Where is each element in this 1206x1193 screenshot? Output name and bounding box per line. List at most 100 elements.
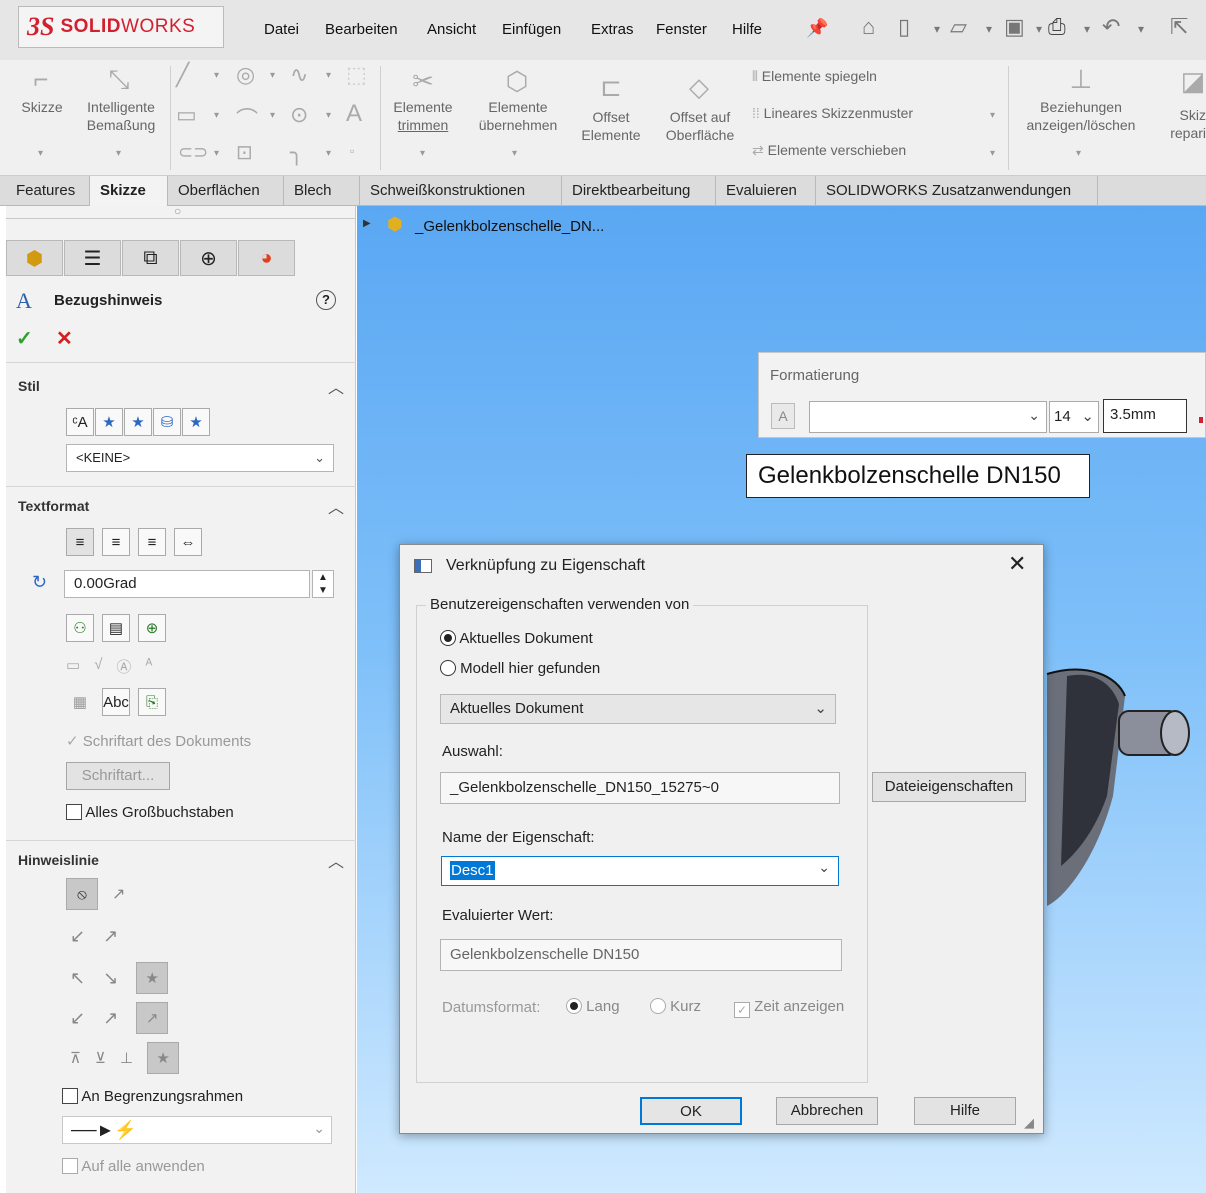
- menu-extras[interactable]: Extras: [591, 21, 634, 38]
- delete-style-icon[interactable]: ★: [124, 408, 152, 436]
- no-leader-icon[interactable]: ⦸: [66, 878, 98, 910]
- hinweislinie-collapse-chevron-icon[interactable]: ︿: [328, 848, 344, 872]
- tab-direktbearbeitung[interactable]: Direktbearbeitung: [562, 176, 716, 206]
- leader-right-icon[interactable]: ↘: [103, 968, 118, 989]
- slot-icon[interactable]: ⊂⊃: [178, 142, 208, 163]
- tab-skizze[interactable]: Skizze: [90, 176, 168, 206]
- panel-collapse-handle[interactable]: ○: [174, 204, 181, 218]
- add-style-icon[interactable]: ★: [95, 408, 123, 436]
- text-height-input[interactable]: 3.5mm: [1103, 399, 1187, 433]
- move-dropdown-arrow[interactable]: ▾: [990, 148, 995, 159]
- home-icon[interactable]: ⌂: [862, 14, 875, 40]
- attach-nearest-icon[interactable]: ★: [147, 1042, 180, 1074]
- rectangle-icon[interactable]: ▭: [176, 102, 197, 128]
- tab-evaluieren[interactable]: Evaluieren: [716, 176, 816, 206]
- spline-icon[interactable]: ∿: [290, 62, 308, 88]
- construction-icon[interactable]: ▫: [350, 144, 354, 158]
- circle-icon[interactable]: ◎: [236, 62, 255, 88]
- arc-icon[interactable]: ⌒: [236, 102, 258, 134]
- add-symbol-icon[interactable]: ▤: [102, 614, 130, 642]
- open-dropdown-arrow[interactable]: ▾: [986, 22, 992, 36]
- property-name-combobox[interactable]: Desc1 ⌄: [441, 856, 839, 886]
- align-center-icon[interactable]: ≡: [102, 528, 130, 556]
- font-size-select[interactable]: 14 ⌄: [1049, 401, 1099, 433]
- source-select[interactable]: Aktuelles Dokument ⌄: [440, 694, 836, 724]
- leader-attach-icon[interactable]: ↙: [70, 1008, 85, 1029]
- select-cursor-icon[interactable]: ⇱: [1170, 14, 1188, 40]
- close-icon[interactable]: ✕: [1008, 551, 1026, 577]
- elemente-trimmen-button[interactable]: Elemente trimmen: [386, 98, 460, 134]
- pin-icon[interactable]: 📌: [806, 18, 828, 39]
- resize-grip-icon[interactable]: ◢: [1024, 1115, 1034, 1131]
- dimension-dropdown-arrow[interactable]: ▾: [116, 148, 121, 159]
- save-style-icon[interactable]: ⛁: [153, 408, 181, 436]
- relations-dropdown-arrow[interactable]: ▾: [1076, 148, 1081, 159]
- spell-check-icon[interactable]: Abc: [102, 688, 130, 716]
- undo-dropdown-arrow[interactable]: ▾: [1138, 22, 1144, 36]
- align-right-icon[interactable]: ≡: [138, 528, 166, 556]
- feature-tree-root[interactable]: _Gelenkbolzenschelle_DN...: [415, 218, 604, 235]
- solidworks-logo[interactable]: 3S SOLIDWORKS: [18, 6, 224, 48]
- spline-dropdown-arrow[interactable]: ▾: [326, 70, 331, 81]
- leader-straight-icon[interactable]: ↙: [70, 926, 85, 947]
- menu-fenster[interactable]: Fenster: [656, 21, 707, 38]
- dimxpert-manager-tab-icon[interactable]: ⊕: [180, 240, 237, 276]
- mirror-entities-button[interactable]: ⫴ Elemente spiegeln: [752, 68, 877, 85]
- pattern-dropdown-arrow[interactable]: ▾: [990, 110, 995, 121]
- skizze-button[interactable]: Skizze: [16, 98, 68, 116]
- menu-hilfe[interactable]: Hilfe: [732, 21, 762, 38]
- style-select[interactable]: <KEINE> ⌄: [66, 444, 334, 472]
- line-icon[interactable]: ╱: [176, 62, 189, 88]
- circle-dropdown-arrow[interactable]: ▾: [270, 70, 275, 81]
- load-style-icon[interactable]: ★: [182, 408, 210, 436]
- textformat-collapse-chevron-icon[interactable]: ︿: [328, 494, 344, 518]
- open-icon[interactable]: ▱: [950, 14, 967, 40]
- linear-pattern-button[interactable]: ⁞⁞ Lineares Skizzenmuster: [752, 105, 913, 121]
- leader-left-icon[interactable]: ↖: [70, 968, 85, 989]
- attach-top-icon[interactable]: ⊼: [70, 1049, 81, 1067]
- add-geotol-icon[interactable]: ⊕: [138, 614, 166, 642]
- justify-icon[interactable]: ⇔: [174, 528, 202, 556]
- leader-auto-icon[interactable]: ↗: [136, 1002, 169, 1034]
- link-to-property-icon[interactable]: ⚇: [66, 614, 94, 642]
- stamp-icon[interactable]: ⎘: [138, 688, 166, 716]
- tab-oberflaechen[interactable]: Oberflächen: [168, 176, 284, 206]
- elemente-uebernehmen-button[interactable]: Elemente übernehmen: [470, 98, 566, 134]
- auto-leader-icon[interactable]: ↗: [112, 884, 125, 904]
- ok-check-icon[interactable]: ✓: [16, 326, 33, 351]
- save-dropdown-arrow[interactable]: ▾: [1036, 22, 1042, 36]
- property-manager-tab-icon[interactable]: ☰: [64, 240, 121, 276]
- dateieigenschaften-button[interactable]: Dateieigenschaften: [872, 772, 1026, 802]
- skizze-dropdown-arrow[interactable]: ▾: [38, 148, 43, 159]
- text-icon[interactable]: A: [346, 100, 362, 128]
- leader-spline-icon[interactable]: ↗: [103, 1008, 118, 1029]
- leader-bent-icon[interactable]: ↗: [103, 926, 118, 947]
- tab-solidworks-zusatzanwendungen[interactable]: SOLIDWORKS Zusatzanwendungen: [816, 176, 1098, 206]
- attach-middle-icon[interactable]: ⊻: [95, 1049, 106, 1067]
- attach-bottom-icon[interactable]: ⊥: [120, 1049, 133, 1067]
- tab-schweisskonstruktionen[interactable]: Schweißkonstruktionen: [360, 176, 562, 206]
- an-begrenzungsrahmen-checkbox[interactable]: An Begrenzungsrahmen: [62, 1088, 243, 1105]
- trim-dropdown-arrow[interactable]: ▾: [420, 148, 425, 159]
- help-icon[interactable]: ?: [316, 290, 336, 310]
- stil-collapse-chevron-icon[interactable]: ︿: [328, 374, 344, 398]
- offset-elemente-button[interactable]: Offset Elemente: [574, 108, 648, 144]
- offset-oberflaeche-button[interactable]: Offset auf Oberfläche: [656, 108, 744, 144]
- tab-features[interactable]: Features: [6, 176, 90, 206]
- print-icon[interactable]: ⎙: [1048, 14, 1066, 40]
- menu-datei[interactable]: Datei: [264, 21, 299, 38]
- angle-spinner[interactable]: ▲ ▼: [312, 570, 334, 598]
- skizze-reparieren-button[interactable]: Skiz repari: [1158, 106, 1206, 142]
- line-dropdown-arrow[interactable]: ▾: [214, 70, 219, 81]
- undo-icon[interactable]: ↶: [1102, 14, 1120, 40]
- plane-icon[interactable]: ⬚: [346, 62, 367, 88]
- arrow-style-select[interactable]: ──►⚡ ⌄: [62, 1116, 332, 1144]
- convert-dropdown-arrow[interactable]: ▾: [512, 148, 517, 159]
- fillet-icon[interactable]: ╮: [290, 140, 303, 166]
- radio-modell-hier-gefunden[interactable]: Modell hier gefunden: [440, 660, 600, 677]
- point-icon[interactable]: ⊡: [236, 140, 253, 165]
- abbrechen-button[interactable]: Abbrechen: [776, 1097, 878, 1125]
- font-style-icon[interactable]: A: [771, 403, 795, 429]
- configuration-manager-tab-icon[interactable]: ⧉: [122, 240, 179, 276]
- part-model-graphic[interactable]: [1027, 656, 1206, 906]
